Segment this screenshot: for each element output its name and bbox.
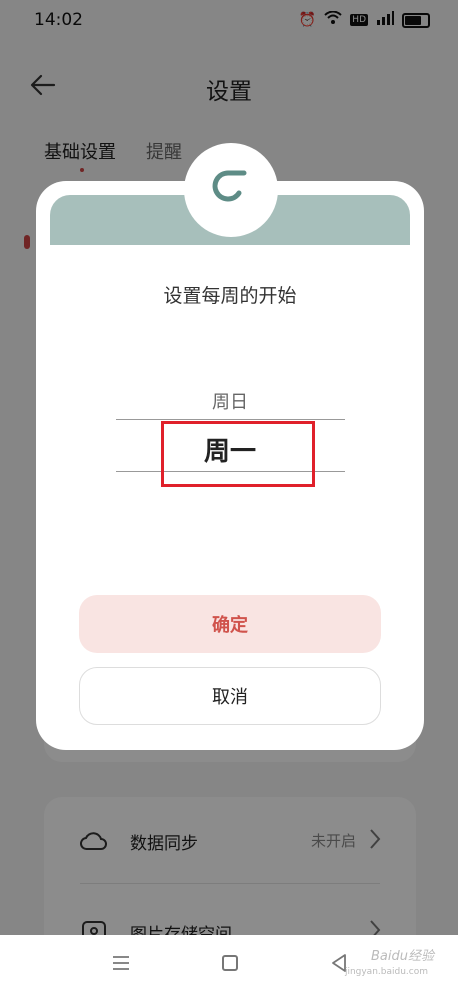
picker-option[interactable]: 周日 — [36, 388, 424, 414]
week-start-dialog: 设置每周的开始 周日 周一 确定 取消 — [36, 143, 424, 750]
watermark: Baidu经验 — [371, 949, 434, 964]
menu-icon[interactable] — [112, 955, 130, 971]
watermark-subtext: jingyan.baidu.com — [344, 967, 428, 977]
app-logo — [184, 143, 278, 237]
dialog-title: 设置每周的开始 — [163, 285, 297, 307]
home-icon[interactable] — [222, 955, 238, 971]
confirm-button[interactable]: 确定 — [79, 595, 381, 653]
picker-divider — [116, 419, 345, 420]
app-logo-icon — [212, 170, 247, 202]
cancel-button[interactable]: 取消 — [79, 667, 381, 725]
system-nav-bar: Baidu经验 jingyan.baidu.com — [0, 935, 458, 991]
annotation-highlight-box — [161, 421, 315, 487]
